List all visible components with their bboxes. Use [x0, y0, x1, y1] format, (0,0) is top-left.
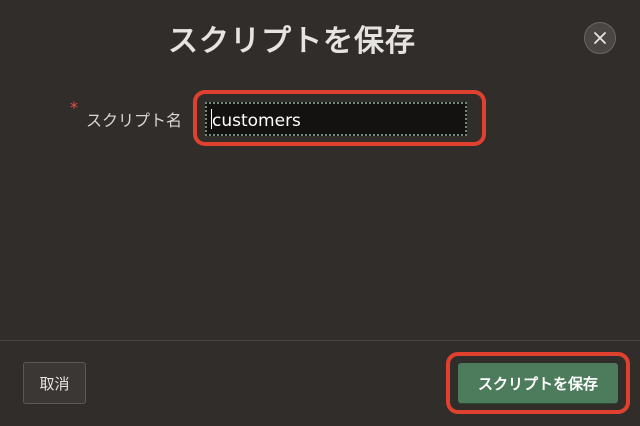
save-highlight-outline: スクリプトを保存	[446, 352, 630, 414]
script-name-field-row: * スクリプト名 customers	[0, 90, 640, 146]
cancel-button[interactable]: 取消	[23, 362, 86, 404]
dialog-title: スクリプトを保存	[168, 24, 416, 59]
script-name-input[interactable]: customers	[205, 102, 467, 136]
close-button[interactable]	[584, 22, 616, 54]
footer-divider	[0, 340, 640, 341]
save-script-dialog: スクリプトを保存 * スクリプト名 customers 取消 スクリプトを保存	[0, 0, 640, 426]
input-highlight-outline: customers	[193, 90, 486, 146]
script-name-value: customers	[212, 111, 301, 131]
close-icon	[594, 32, 606, 44]
required-indicator: *	[70, 98, 78, 117]
save-script-button[interactable]: スクリプトを保存	[458, 363, 618, 403]
script-name-label: スクリプト名	[86, 111, 183, 130]
